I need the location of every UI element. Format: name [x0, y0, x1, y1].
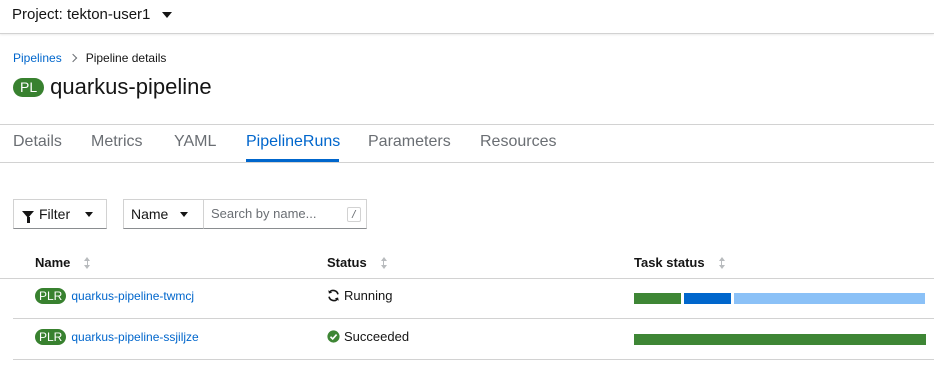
filter-dropdown[interactable]: Filter [13, 199, 107, 229]
task-status-bar[interactable] [634, 293, 925, 304]
tab-details[interactable]: Details [13, 133, 62, 151]
project-bar: Project: tekton-user1 [0, 0, 934, 34]
column-header-label: Status [327, 255, 367, 270]
status-cell: Running [327, 288, 392, 303]
search-input[interactable] [211, 206, 341, 221]
task-status-bar[interactable] [634, 334, 926, 345]
filter-icon [22, 211, 34, 223]
filter-label: Filter [39, 206, 71, 222]
filter-attribute-label: Name [131, 206, 169, 222]
breadcrumb-link-pipelines[interactable]: Pipelines [13, 51, 62, 65]
caret-down-icon [180, 212, 188, 217]
filter-attribute-select[interactable]: Name [123, 199, 204, 229]
caret-down-icon [85, 212, 93, 217]
search-box: / [204, 199, 367, 229]
task-segment-running [684, 293, 731, 304]
run-name-cell: PLR quarkus-pipeline-ssjiljze [35, 329, 199, 345]
column-header-task-status[interactable]: Task status [634, 255, 725, 270]
project-selector[interactable]: Project: tekton-user1 [12, 6, 173, 23]
tab-pipelineruns[interactable]: PipelineRuns [246, 133, 340, 151]
check-circle-icon [327, 330, 340, 343]
status-text: Succeeded [344, 329, 410, 344]
caret-down-icon [162, 12, 173, 18]
status-cell: Succeeded [327, 329, 409, 344]
pipelinerun-badge: PLR [35, 288, 67, 304]
column-header-label: Task status [634, 255, 705, 270]
column-header-status[interactable]: Status [327, 255, 387, 270]
tab-yaml[interactable]: YAML [174, 133, 216, 151]
status-text: Running [344, 288, 393, 303]
sort-icon [718, 256, 725, 269]
breadcrumb: Pipelines Pipeline details [13, 51, 166, 65]
page-header: PL quarkus-pipeline [13, 74, 212, 100]
project-label: Project: tekton-user1 [12, 6, 151, 23]
run-name-cell: PLR quarkus-pipeline-twmcj [35, 288, 194, 304]
pipelinerun-link[interactable]: quarkus-pipeline-ssjiljze [71, 330, 198, 344]
keyboard-shortcut-hint: / [347, 207, 361, 222]
tab-metrics[interactable]: Metrics [91, 133, 143, 151]
breadcrumb-current: Pipeline details [85, 51, 167, 65]
tab-bar: Details Metrics YAML PipelineRuns Parame… [0, 125, 934, 163]
pipelinerun-link[interactable]: quarkus-pipeline-twmcj [71, 289, 194, 303]
column-header-label: Name [35, 255, 71, 270]
sort-icon [84, 256, 91, 269]
task-segment-pending [734, 293, 925, 304]
table-row: PLR quarkus-pipeline-twmcj Running [13, 279, 934, 319]
pipeline-badge: PL [13, 77, 45, 97]
pipelinerun-badge: PLR [35, 329, 67, 345]
table-header: Name Status Task status [0, 248, 934, 279]
column-header-name[interactable]: Name [35, 255, 91, 270]
chevron-right-icon [68, 53, 77, 63]
sync-icon [327, 289, 340, 302]
task-segment-succeeded [634, 293, 681, 304]
tab-parameters[interactable]: Parameters [368, 133, 451, 151]
sort-icon [380, 256, 387, 269]
tab-resources[interactable]: Resources [480, 133, 556, 151]
active-tab-indicator [246, 159, 339, 162]
table-row: PLR quarkus-pipeline-ssjiljze Succeeded [13, 320, 934, 360]
page-title: quarkus-pipeline [50, 74, 212, 99]
task-segment-succeeded [634, 334, 926, 345]
